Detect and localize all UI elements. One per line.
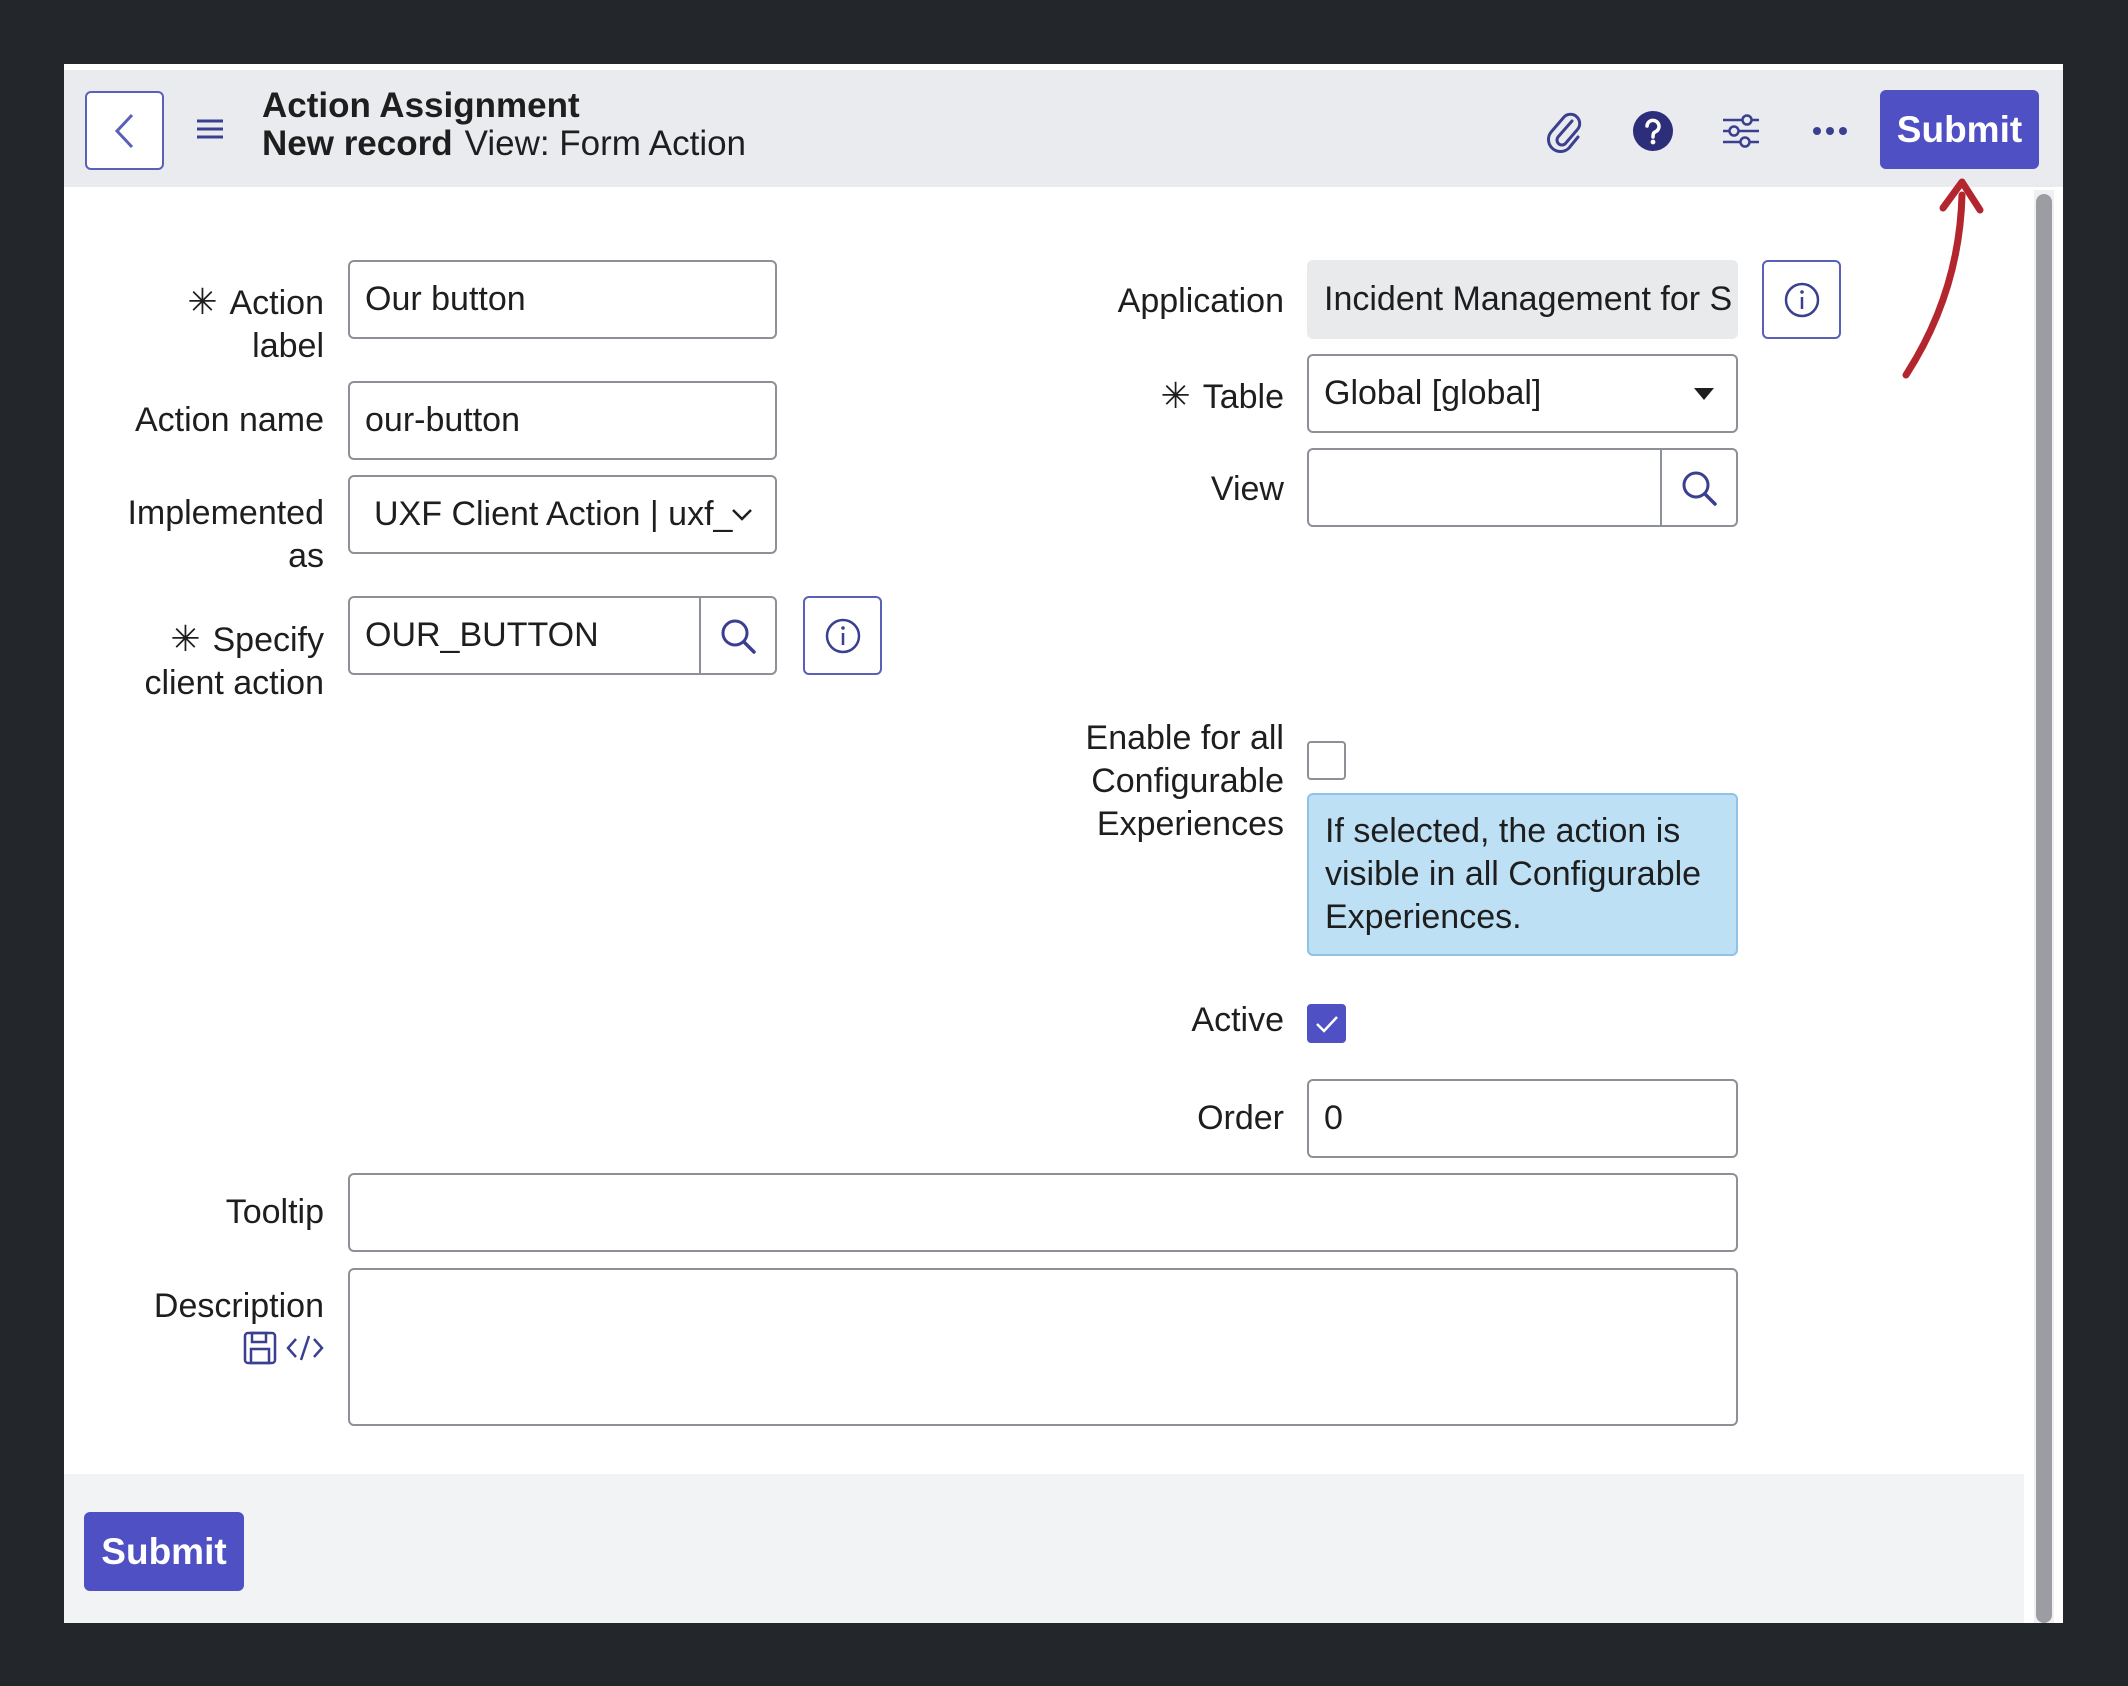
view-name: View: Form Action <box>464 124 747 163</box>
action-label-input[interactable]: Our button <box>348 260 777 339</box>
annotation-arrow-icon <box>1902 178 1984 379</box>
table-select[interactable]: Global [global] <box>1307 354 1738 433</box>
record-status: New record <box>262 124 453 163</box>
tooltip-label: Tooltip <box>225 1193 324 1231</box>
back-button[interactable] <box>85 91 164 170</box>
enable-all-label: Enable for all Configurable Experiences <box>1085 719 1284 843</box>
order-label: Order <box>1197 1099 1284 1137</box>
tooltip-input[interactable] <box>348 1173 1738 1252</box>
action-name-label: Action name <box>135 401 324 439</box>
application-field: Incident Management for S <box>1307 260 1738 339</box>
chevron-down-icon <box>731 477 753 552</box>
description-label: Description <box>153 1287 324 1325</box>
enable-all-hint: If selected, the action is visible in al… <box>1307 793 1738 956</box>
scrollbar-thumb[interactable] <box>2036 194 2052 1623</box>
submit-button-top[interactable]: Submit <box>1880 90 2039 169</box>
submit-button-bottom[interactable]: Submit <box>84 1512 244 1591</box>
action-name-input[interactable]: our-button <box>348 381 777 460</box>
action-label-label: ✳ Action label <box>187 281 324 365</box>
paperclip-icon[interactable] <box>1539 106 1589 156</box>
code-icon[interactable] <box>286 1330 324 1366</box>
view-input[interactable] <box>1307 448 1738 527</box>
specify-client-action-input[interactable]: OUR_BUTTON <box>348 596 777 675</box>
implemented-as-select[interactable]: UXF Client Action | uxf_ <box>348 475 777 554</box>
info-icon <box>825 618 860 653</box>
page-title: Action Assignment <box>262 86 580 125</box>
search-icon <box>721 619 756 654</box>
description-textarea[interactable] <box>348 1268 1738 1426</box>
table-label: ✳ Table <box>1160 375 1284 416</box>
form-window: Action Assignment New record View: Form A… <box>64 64 2063 1623</box>
required-icon: ✳ <box>170 618 201 659</box>
required-icon: ✳ <box>187 281 218 322</box>
check-icon <box>1315 1015 1338 1033</box>
hamburger-icon[interactable] <box>195 114 225 144</box>
description-tools <box>240 1330 324 1370</box>
active-label: Active <box>1191 1001 1284 1039</box>
implemented-as-label: Implemented as <box>127 494 324 575</box>
form-header: Action Assignment New record View: Form A… <box>64 70 2063 187</box>
active-checkbox[interactable] <box>1307 1004 1346 1043</box>
chevron-left-icon <box>114 113 133 148</box>
info-icon <box>1784 282 1819 317</box>
view-label: View <box>1210 470 1284 508</box>
save-icon[interactable] <box>242 1330 278 1366</box>
lookup-button[interactable] <box>699 598 775 673</box>
client-action-info-button[interactable] <box>803 596 882 675</box>
required-icon: ✳ <box>1160 375 1191 416</box>
more-icon[interactable] <box>1805 106 1855 156</box>
sliders-icon[interactable] <box>1716 106 1766 156</box>
application-info-button[interactable] <box>1762 260 1841 339</box>
order-input[interactable]: 0 <box>1307 1079 1738 1158</box>
application-label: Application <box>1117 282 1284 320</box>
help-icon[interactable] <box>1628 106 1678 156</box>
scrollbar[interactable] <box>2034 190 2054 1623</box>
enable-all-checkbox[interactable] <box>1307 741 1346 780</box>
specify-client-action-label: ✳ Specify client action <box>144 618 324 702</box>
record-subtitle: New record View: Form Action <box>262 124 746 164</box>
caret-down-icon <box>1694 356 1714 431</box>
view-lookup-button[interactable] <box>1660 450 1736 525</box>
search-icon <box>1682 471 1717 506</box>
form-footer <box>64 1474 2024 1623</box>
